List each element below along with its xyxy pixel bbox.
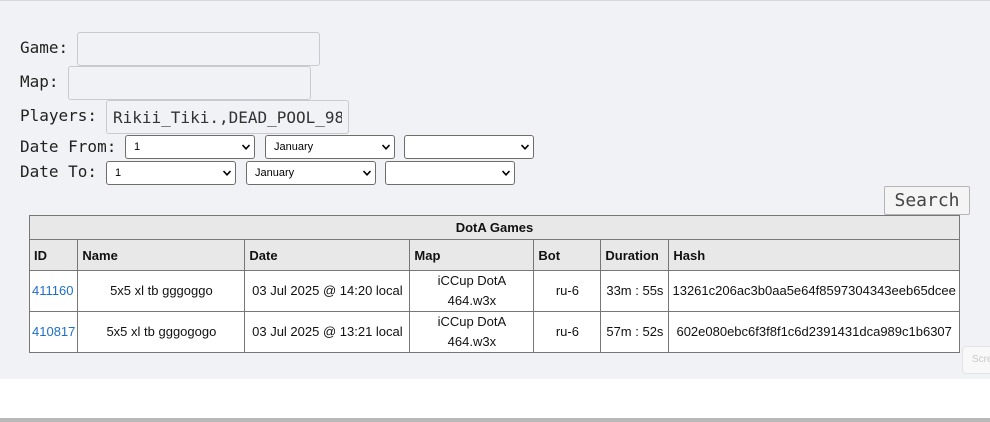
map-version-line: 464.w3x — [447, 334, 497, 349]
map-input[interactable] — [68, 66, 311, 100]
screenshot-tab-label: Scre — [972, 354, 990, 365]
game-date-cell: 03 Jul 2025 @ 13:21 local — [244, 311, 411, 353]
chevron-down-icon — [502, 170, 510, 176]
map-version-line: 464.w3x — [447, 293, 497, 308]
search-button[interactable]: Search — [884, 186, 970, 215]
date-to-month-value: January — [255, 167, 295, 179]
column-header-map: Map — [409, 239, 535, 271]
table-row: 411160 5x5 xl tb gggoggo 03 Jul 2025 @ 1… — [28, 270, 960, 312]
column-header-id: ID — [28, 239, 79, 271]
chevron-down-icon — [242, 144, 250, 150]
search-panel: Game: Map: Players: Date From: 1 January… — [0, 0, 990, 379]
game-id-link[interactable]: 411160 — [32, 283, 73, 298]
date-to-day-select[interactable]: 1 — [106, 161, 236, 185]
date-from-day-select[interactable]: 1 — [125, 135, 255, 159]
game-date-cell: 03 Jul 2025 @ 14:20 local — [244, 270, 411, 312]
date-to-year-select[interactable] — [385, 161, 515, 185]
game-map-cell: iCCup DotA 464.w3x — [409, 311, 535, 353]
games-table: DotA Games ID Name Date Map Bot Duration… — [28, 215, 960, 353]
game-id-cell: 410817 — [28, 311, 79, 353]
date-from-year-select[interactable] — [404, 135, 534, 159]
date-to-day-value: 1 — [115, 167, 122, 179]
game-name-cell: 5x5 xl tb gggoggo — [77, 270, 246, 312]
game-label: Game: — [20, 38, 69, 57]
game-hash-cell: 602e080ebc6f3f8f1c6d2391431dca989c1b6307 — [668, 311, 960, 353]
game-name-cell: 5x5 xl tb gggogogo — [77, 311, 246, 353]
column-header-bot: Bot — [533, 239, 602, 271]
game-id-link[interactable]: 410817 — [32, 324, 75, 339]
map-name-line: iCCup DotA — [437, 273, 507, 288]
date-from-month-select[interactable]: January — [265, 135, 395, 159]
game-map-cell: iCCup DotA 464.w3x — [409, 270, 535, 312]
game-bot-cell: ru-6 — [533, 270, 602, 312]
chevron-down-icon — [223, 170, 231, 176]
table-row: 410817 5x5 xl tb gggogogo 03 Jul 2025 @ … — [28, 311, 960, 353]
table-header-row: ID Name Date Map Bot Duration Hash — [28, 239, 960, 271]
table-caption: DotA Games — [29, 215, 960, 240]
table-caption-row: DotA Games — [29, 215, 960, 240]
column-header-duration: Duration — [600, 239, 670, 271]
game-id-cell: 411160 — [28, 270, 79, 312]
column-header-name: Name — [77, 239, 246, 271]
screenshot-tab[interactable]: Scre — [962, 346, 990, 374]
game-duration-cell: 33m : 55s — [600, 270, 670, 312]
players-input[interactable] — [106, 100, 349, 134]
map-name-line: iCCup DotA — [437, 314, 507, 329]
chevron-down-icon — [363, 170, 371, 176]
chevron-down-icon — [382, 144, 390, 150]
date-to-month-select[interactable]: January — [246, 161, 376, 185]
players-label: Players: — [20, 106, 98, 125]
game-bot-cell: ru-6 — [533, 311, 602, 353]
date-to-label: Date To: — [20, 162, 98, 181]
bottom-divider — [0, 418, 990, 422]
chevron-down-icon — [521, 144, 529, 150]
date-from-day-value: 1 — [134, 141, 141, 153]
date-from-label: Date From: — [20, 137, 117, 156]
map-label: Map: — [20, 72, 59, 91]
column-header-hash: Hash — [668, 239, 960, 271]
game-duration-cell: 57m : 52s — [600, 311, 670, 353]
column-header-date: Date — [244, 239, 411, 271]
date-from-month-value: January — [274, 141, 314, 153]
game-hash-cell: 13261c206ac3b0aa5e64f8597304343eeb65dcee — [668, 270, 960, 312]
game-input[interactable] — [77, 32, 320, 66]
